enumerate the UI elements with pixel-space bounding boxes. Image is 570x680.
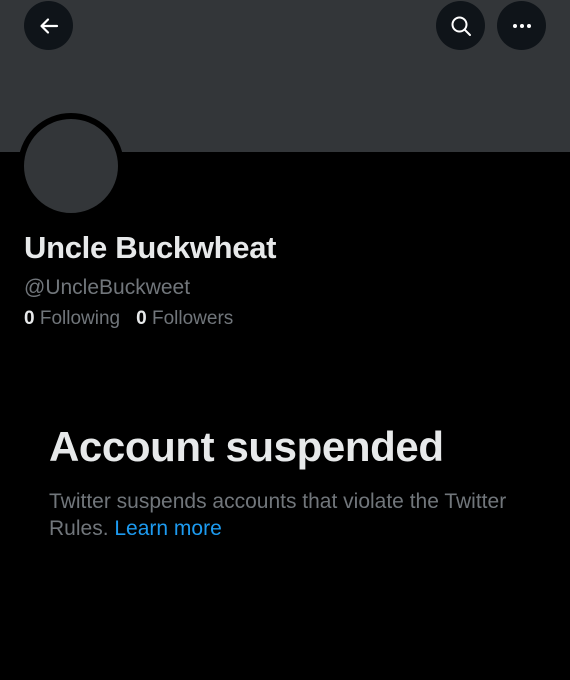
back-button[interactable] (24, 1, 73, 50)
followers-label: Followers (151, 308, 234, 329)
following-count: 0 (24, 308, 35, 329)
display-name: Uncle Buckwheat (24, 230, 277, 265)
following-label: Following (39, 308, 121, 329)
followers-link[interactable]: 0 Followers (136, 308, 233, 329)
following-link[interactable]: 0 Following (24, 308, 120, 329)
profile-stats: 0 Following 0 Followers (24, 308, 233, 330)
avatar[interactable] (18, 113, 124, 219)
followers-count: 0 (136, 308, 147, 329)
search-button[interactable] (436, 1, 485, 50)
suspension-title: Account suspended (49, 423, 444, 470)
suspension-message-block: Twitter suspends accounts that violate t… (49, 488, 519, 542)
search-icon (449, 14, 473, 38)
handle: @UncleBuckweet (24, 276, 191, 299)
learn-more-link[interactable]: Learn more (114, 517, 221, 540)
more-horizontal-icon (510, 14, 534, 38)
more-button[interactable] (497, 1, 546, 50)
arrow-left-icon (37, 14, 61, 38)
